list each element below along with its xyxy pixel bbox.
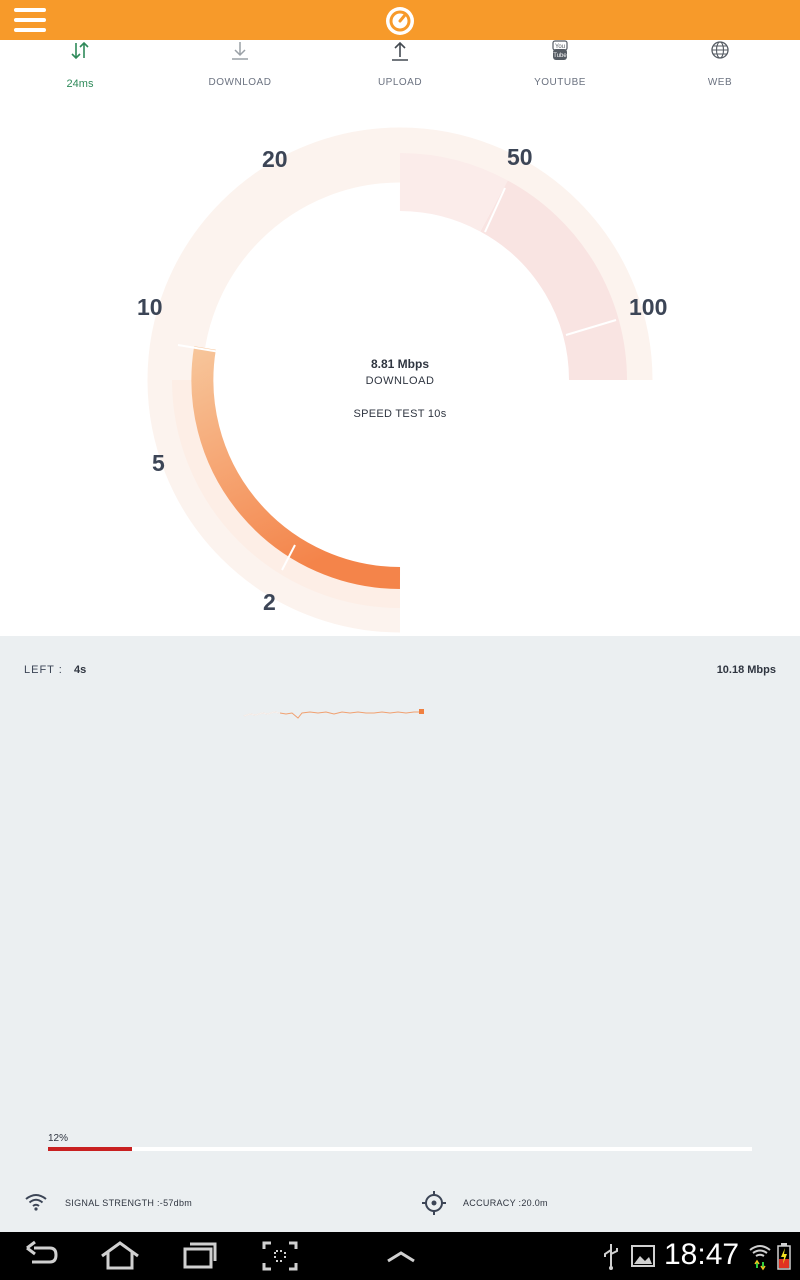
tab-label: YOUTUBE xyxy=(534,77,586,88)
gauge-segment-mid xyxy=(399,153,508,232)
download-icon xyxy=(232,42,248,60)
tab-label: DOWNLOAD xyxy=(208,77,272,88)
location-accuracy: ACCURACY :20.0m xyxy=(463,1198,548,1208)
gauge-scale-label: 100 xyxy=(629,294,668,320)
system-nav-bar: 18:47 xyxy=(0,1232,800,1280)
tab-youtube[interactable]: Tube You YOUTUBE xyxy=(480,40,640,100)
progress-percent: 12% xyxy=(48,1133,69,1144)
speed-graph xyxy=(243,709,424,719)
speed-graph-line-early xyxy=(243,711,281,717)
status-clock: 18:47 xyxy=(664,1238,740,1271)
recent-apps-icon[interactable] xyxy=(182,1240,218,1272)
gauge-scale-label: 50 xyxy=(507,144,533,170)
tab-label: UPLOAD xyxy=(377,77,423,88)
speed-mode: DOWNLOAD xyxy=(365,375,435,387)
crosshair-icon xyxy=(422,1191,446,1215)
tab-label: 24ms xyxy=(66,78,94,90)
speedometer-logo-icon xyxy=(386,7,414,35)
tab-web[interactable]: WEB xyxy=(640,40,800,100)
back-icon[interactable] xyxy=(24,1240,60,1272)
svg-text:Tube: Tube xyxy=(553,53,567,59)
upload-icon xyxy=(392,41,408,61)
tab-download[interactable]: DOWNLOAD xyxy=(160,40,320,100)
progress-bar xyxy=(48,1147,752,1151)
gauge-scale-label: 20 xyxy=(262,146,288,172)
results-panel: LEFT : 4s 10.18 Mbps 12% SIGNAL STRENGTH… xyxy=(0,636,800,1232)
gauge-scale-label: 10 xyxy=(137,294,163,320)
time-left-value: 4s xyxy=(74,664,87,676)
time-left-label: LEFT : xyxy=(24,664,63,676)
speed-gauge: 20 50 10 100 5 2 8.81 Mbps DOWNLOAD SPEE… xyxy=(0,100,800,636)
globe-icon xyxy=(711,41,729,59)
svg-text:You: You xyxy=(555,44,565,50)
usb-icon xyxy=(604,1244,618,1270)
youtube-icon: Tube You xyxy=(552,40,568,60)
tab-label: WEB xyxy=(707,77,733,88)
speed-value: 8.81 Mbps xyxy=(370,357,430,371)
tab-upload[interactable]: UPLOAD xyxy=(320,40,480,100)
speed-test-label: SPEED TEST 10s xyxy=(353,408,447,420)
home-icon[interactable] xyxy=(100,1240,140,1272)
gauge-scale-label: 2 xyxy=(263,589,276,615)
test-tabs: 24ms DOWNLOAD UPLOAD Tube You YOUTUBE WE… xyxy=(0,40,800,100)
gallery-notification-icon xyxy=(631,1245,655,1267)
max-speed-value: 10.18 Mbps xyxy=(716,664,776,676)
wifi-status-icon xyxy=(749,1245,771,1271)
ping-arrows-icon xyxy=(71,41,89,60)
chevron-up-icon[interactable] xyxy=(385,1240,417,1272)
battery-icon xyxy=(777,1243,791,1270)
screenshot-icon[interactable] xyxy=(262,1240,298,1272)
signal-strength: SIGNAL STRENGTH :-57dbm xyxy=(65,1198,193,1208)
app-bar xyxy=(0,0,800,40)
gauge-scale-label: 5 xyxy=(152,450,165,476)
progress-fill xyxy=(48,1147,133,1151)
speed-graph-marker xyxy=(419,709,424,714)
tab-ping[interactable]: 24ms xyxy=(0,40,160,100)
wifi-signal-icon xyxy=(25,1194,47,1211)
menu-icon[interactable] xyxy=(14,7,48,33)
